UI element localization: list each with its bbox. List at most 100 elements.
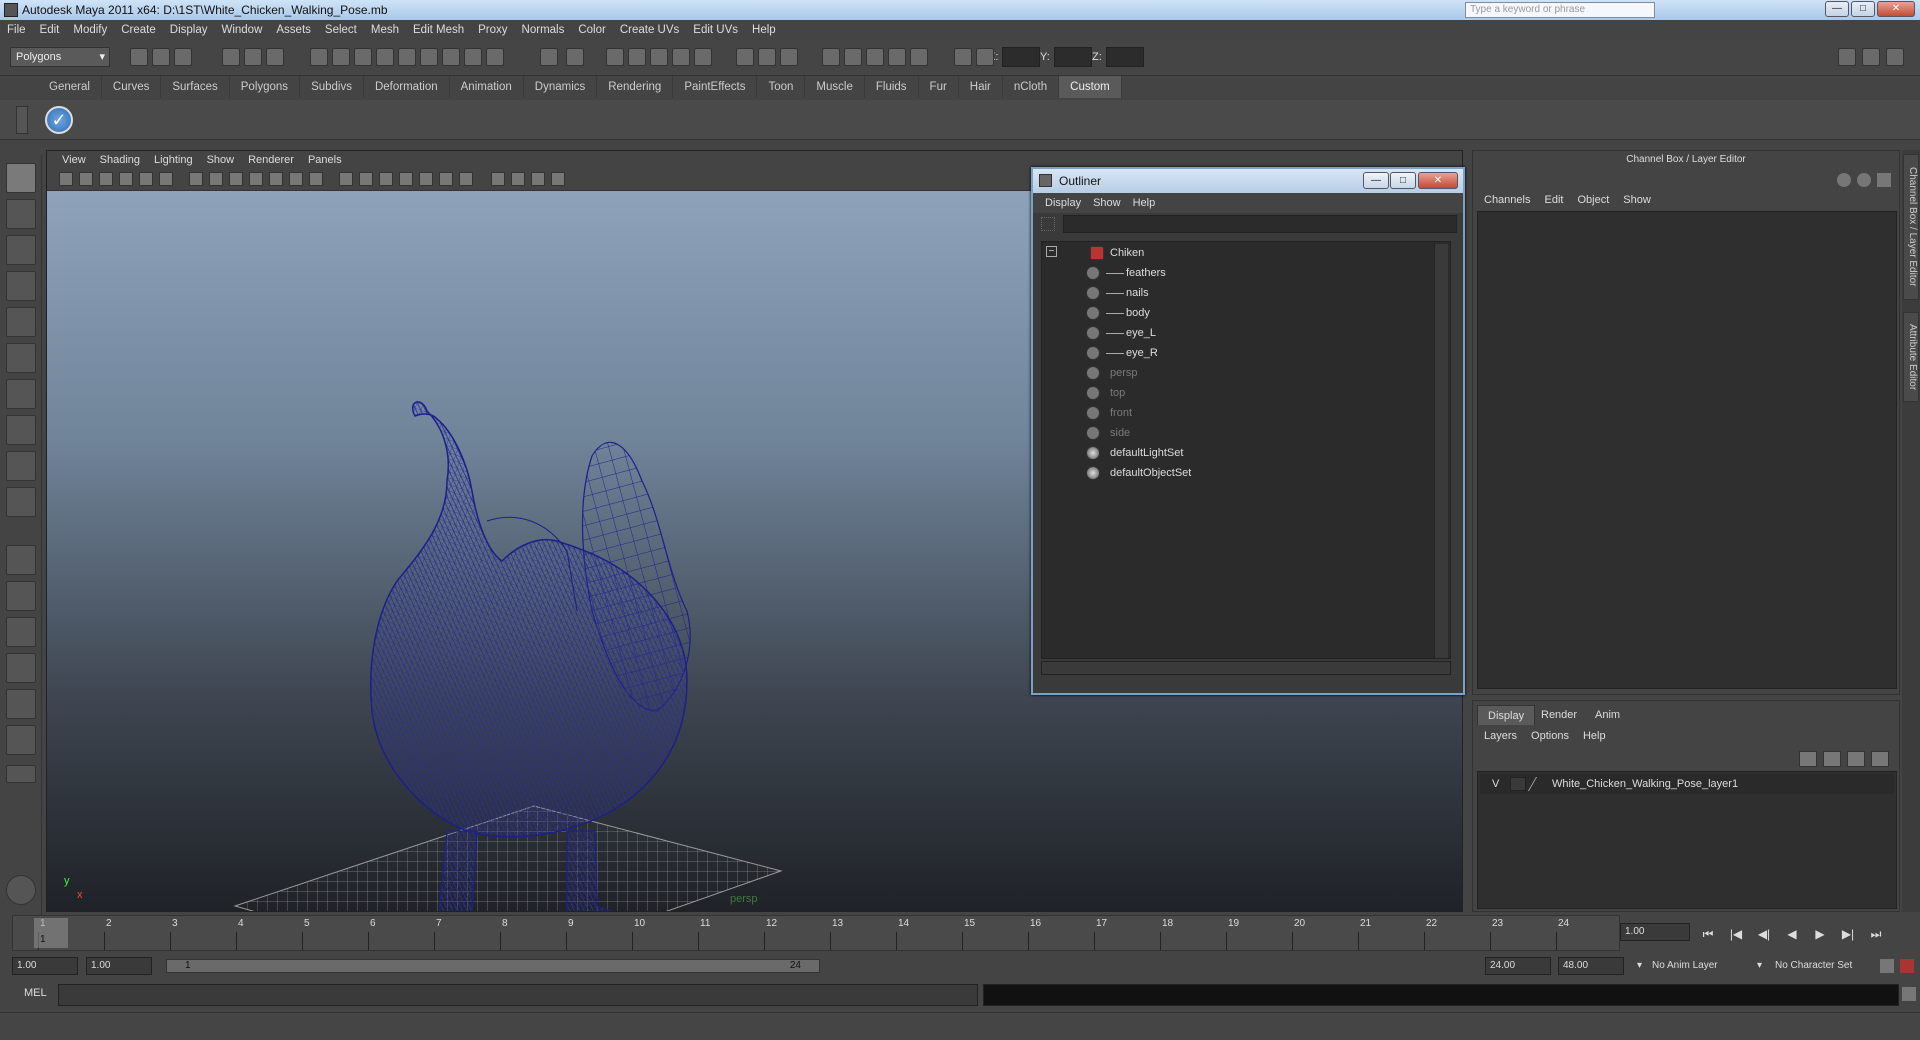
show-tool-settings-icon[interactable] — [1862, 48, 1880, 66]
image-plane-icon[interactable] — [119, 172, 133, 186]
snap-point-icon[interactable] — [376, 48, 394, 66]
outliner-item-chiken[interactable]: Chiken — [1042, 244, 1422, 262]
range-slider-bar[interactable]: 1 24 — [166, 959, 820, 973]
layer-type-toggle[interactable] — [1510, 777, 1526, 791]
input-lock-icon[interactable] — [540, 48, 558, 66]
channel-box-side-tab[interactable]: Channel Box / Layer Editor — [1903, 154, 1919, 300]
rotate-tool-icon[interactable] — [6, 307, 36, 337]
menu-select[interactable]: Select — [318, 20, 364, 40]
script-editor-icon[interactable] — [1902, 987, 1916, 1001]
layer-menu-options[interactable]: Options — [1524, 727, 1576, 745]
hypershade-icon[interactable] — [672, 48, 690, 66]
go-to-end-button[interactable]: ⏭ — [1866, 926, 1886, 942]
film-gate-icon[interactable] — [209, 172, 223, 186]
layer-tab-anim[interactable]: Anim — [1585, 705, 1630, 725]
save-scene-icon[interactable] — [174, 48, 192, 66]
menu-proxy[interactable]: Proxy — [471, 20, 514, 40]
textured-icon[interactable] — [399, 172, 413, 186]
scale-tool-icon[interactable] — [6, 343, 36, 373]
manipulator-tool-icon[interactable] — [6, 379, 36, 409]
filter-icon[interactable] — [1041, 217, 1055, 231]
select-by-object-icon[interactable] — [244, 48, 262, 66]
shelf-tab-curves[interactable]: Curves — [102, 76, 162, 98]
move-tool-icon[interactable] — [6, 271, 36, 301]
open-scene-icon[interactable] — [152, 48, 170, 66]
menu-modify[interactable]: Modify — [66, 20, 114, 40]
lasso-tool-icon[interactable] — [6, 199, 36, 229]
shelf-menu-icon[interactable] — [16, 106, 28, 134]
outliner-item-top[interactable]: top — [1042, 384, 1422, 402]
show-channel-box-icon[interactable] — [1886, 48, 1904, 66]
xray-components-icon[interactable] — [551, 172, 565, 186]
layer-row[interactable]: V White_Chicken_Walking_Pose_layer1 — [1480, 774, 1894, 794]
shelf-tab-subdivs[interactable]: Subdivs — [300, 76, 364, 98]
anim-layer-dropdown[interactable]: No Anim Layer — [1652, 957, 1718, 975]
history-icon[interactable] — [464, 48, 482, 66]
outliner-item-eye-r[interactable]: eye_R — [1042, 344, 1422, 362]
xray-joints-icon[interactable] — [531, 172, 545, 186]
resolution-gate-icon[interactable] — [229, 172, 243, 186]
shelf-tab-animation[interactable]: Animation — [450, 76, 524, 98]
toggle-shelf-icon[interactable] — [758, 48, 776, 66]
show-outliner-icon[interactable] — [844, 48, 862, 66]
outliner-horizontal-scrollbar[interactable] — [1041, 661, 1451, 675]
minimize-button[interactable]: — — [1825, 1, 1849, 17]
outliner-close-button[interactable]: ✕ — [1418, 172, 1458, 189]
menu-create-uvs[interactable]: Create UVs — [613, 20, 686, 40]
menu-window[interactable]: Window — [214, 20, 269, 40]
shelf-tab-fluids[interactable]: Fluids — [865, 76, 919, 98]
gate-mask-icon[interactable] — [249, 172, 263, 186]
layer-menu-help[interactable]: Help — [1576, 727, 1613, 745]
ipr-render-icon[interactable] — [628, 48, 646, 66]
show-attribute-editor-icon[interactable] — [1838, 48, 1856, 66]
menu-create[interactable]: Create — [114, 20, 163, 40]
character-set-dropdown[interactable]: No Character Set — [1775, 957, 1852, 975]
attribute-editor-side-tab[interactable]: Attribute Editor — [1903, 312, 1919, 402]
help-search-input[interactable]: Type a keyword or phrase — [1465, 2, 1655, 18]
hypershade-layout-icon[interactable] — [6, 689, 36, 719]
go-to-start-button[interactable]: ⏮ — [1698, 926, 1718, 942]
grease-pencil-icon[interactable] — [159, 172, 173, 186]
snap-live-icon[interactable] — [420, 48, 438, 66]
menu-assets[interactable]: Assets — [269, 20, 318, 40]
shelf-tab-painteffects[interactable]: PaintEffects — [673, 76, 758, 98]
outliner-item-body[interactable]: body — [1042, 304, 1422, 322]
animation-end-field[interactable]: 48.00 — [1558, 957, 1624, 975]
command-input[interactable] — [58, 984, 978, 1006]
bookmarks-icon[interactable] — [99, 172, 113, 186]
render-settings-icon[interactable] — [650, 48, 668, 66]
render-current-icon[interactable] — [606, 48, 624, 66]
paint-select-tool-icon[interactable] — [6, 235, 36, 265]
menu-mesh[interactable]: Mesh — [364, 20, 406, 40]
layer-move-up-icon[interactable] — [1847, 751, 1865, 767]
menu-display[interactable]: Display — [163, 20, 215, 40]
outliner-item-defaultlightset[interactable]: defaultLightSet — [1042, 444, 1422, 462]
menu-edit-mesh[interactable]: Edit Mesh — [406, 20, 471, 40]
playback-start-field[interactable]: 1.00 — [86, 957, 152, 975]
channel-menu-channels[interactable]: Channels — [1477, 191, 1537, 209]
viewport-menu-show[interactable]: Show — [200, 151, 242, 169]
select-tool-icon[interactable] — [6, 163, 36, 193]
current-time-field[interactable]: 1.00 — [1620, 923, 1690, 941]
custom-layout-icon[interactable] — [6, 725, 36, 755]
z-field[interactable] — [1106, 47, 1144, 67]
menu-help[interactable]: Help — [745, 20, 783, 40]
outliner-vertical-scrollbar[interactable] — [1434, 244, 1448, 658]
play-forwards-button[interactable]: ▶ — [1810, 926, 1830, 942]
safe-action-icon[interactable] — [289, 172, 303, 186]
auto-key-icon[interactable] — [1880, 959, 1894, 973]
command-language-label[interactable]: MEL — [24, 987, 47, 999]
outliner-minimize-button[interactable]: — — [1363, 172, 1389, 189]
select-camera-icon[interactable] — [59, 172, 73, 186]
play-backwards-button[interactable]: ◀ — [1782, 926, 1802, 942]
channel-box-swap-icon[interactable] — [1837, 173, 1851, 187]
select-by-hierarchy-icon[interactable] — [222, 48, 240, 66]
channel-menu-show[interactable]: Show — [1616, 191, 1658, 209]
show-hypergraph-icon[interactable] — [910, 48, 928, 66]
selection-mask-icon[interactable] — [310, 48, 328, 66]
snap-plane-icon[interactable] — [398, 48, 416, 66]
toggle-toolbox-icon[interactable] — [780, 48, 798, 66]
channel-box-settings-icon[interactable] — [1857, 173, 1871, 187]
viewport-menu-view[interactable]: View — [55, 151, 93, 169]
preferences-icon[interactable] — [1900, 959, 1914, 973]
